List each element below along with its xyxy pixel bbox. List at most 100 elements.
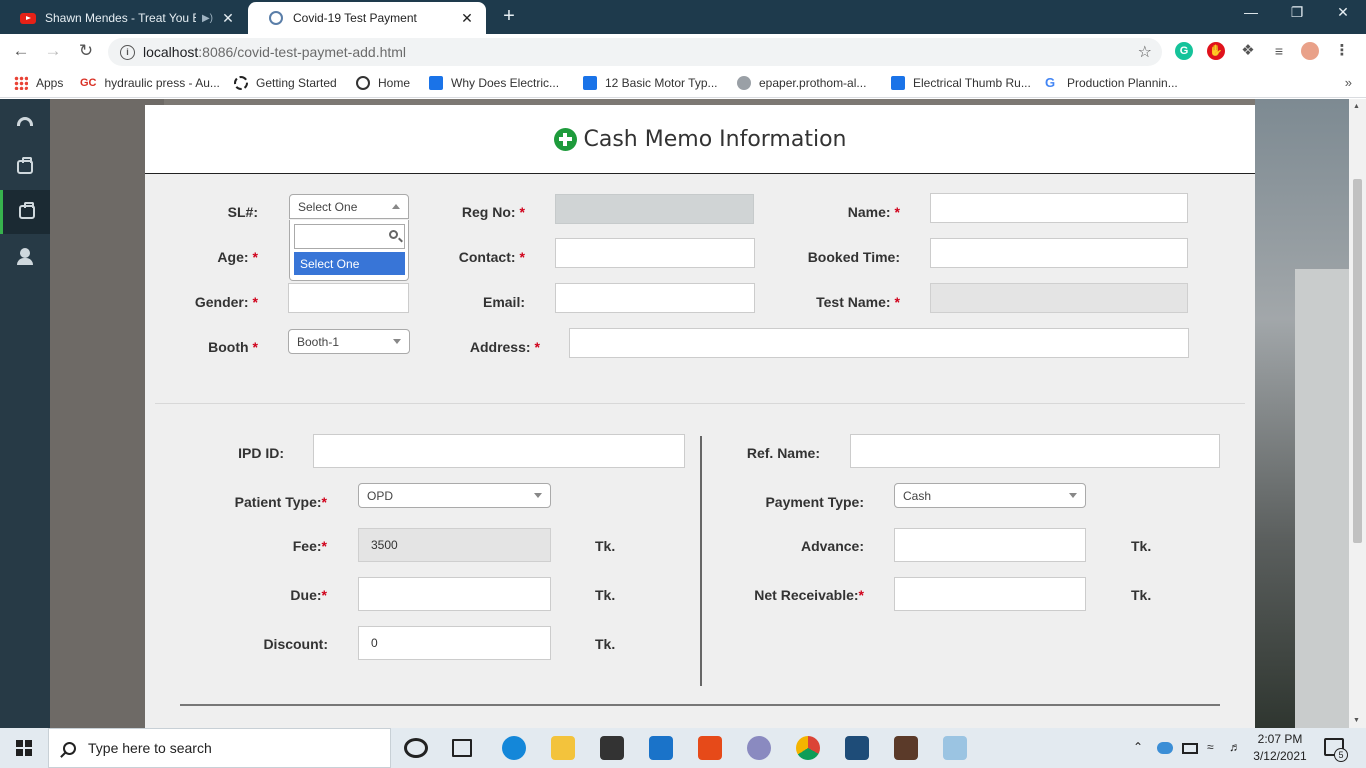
test-name-label: Test Name: *: [816, 294, 900, 310]
sl-dropdown-option[interactable]: Select One: [294, 252, 405, 275]
forward-arrow-icon[interactable]: →: [42, 41, 64, 61]
taskbar-search-box[interactable]: Type here to search: [48, 728, 391, 768]
caret-down-icon: [1069, 493, 1077, 498]
close-tab-icon[interactable]: ✕: [219, 10, 237, 27]
bookmarks-bar: Apps GC hydraulic press - Au... Getting S…: [0, 70, 1366, 98]
caret-down-icon: [393, 339, 401, 344]
scrollbar-thumb[interactable]: [1353, 179, 1362, 543]
scroll-up-icon[interactable]: ▲: [1353, 103, 1360, 110]
bookmark-getting-started[interactable]: Getting Started: [234, 76, 337, 90]
restore-button[interactable]: ❐: [1274, 4, 1320, 21]
bookmark-thumb-rule[interactable]: Electrical Thumb Ru...: [891, 76, 1031, 90]
chrome-icon[interactable]: [796, 736, 820, 760]
booked-time-label: Booked Time:: [807, 249, 900, 265]
bookmark-home[interactable]: Home: [356, 76, 410, 90]
plus-circle-icon: [553, 127, 577, 151]
net-receivable-input[interactable]: [894, 577, 1086, 611]
tab-title: Covid-19 Test Payment: [293, 11, 417, 25]
test-name-input[interactable]: [930, 283, 1188, 313]
scroll-down-icon[interactable]: ▼: [1353, 717, 1360, 724]
sidebar-item-dashboard[interactable]: [0, 99, 50, 143]
email-input[interactable]: [555, 283, 755, 313]
system-clock[interactable]: 2:07 PM 3/12/2021: [1250, 731, 1310, 765]
media-control-icon[interactable]: ≡: [1270, 42, 1288, 60]
start-button[interactable]: [0, 728, 48, 768]
ref-name-input[interactable]: [850, 434, 1220, 468]
task-view-icon[interactable]: [452, 739, 472, 757]
site-info-icon[interactable]: i: [120, 44, 135, 60]
form-title: Cash Memo Information: [583, 126, 847, 152]
patient-type-label: Patient Type:*: [234, 494, 327, 510]
back-arrow-icon[interactable]: ←: [10, 41, 32, 61]
extensions-puzzle-icon[interactable]: ❖: [1239, 42, 1257, 60]
more-bookmarks-icon[interactable]: »: [1345, 75, 1352, 90]
gender-input[interactable]: [288, 283, 409, 313]
office-icon[interactable]: [698, 736, 722, 760]
bookmark-why-electric[interactable]: Why Does Electric...: [429, 76, 559, 90]
due-input[interactable]: [358, 577, 551, 611]
sl-select[interactable]: Select One: [289, 194, 409, 219]
advance-unit: Tk.: [1131, 538, 1152, 554]
name-input[interactable]: [930, 193, 1188, 223]
discount-input[interactable]: 0: [358, 626, 551, 660]
bookmark-production-planning[interactable]: G Production Plannin...: [1045, 76, 1178, 91]
sidebar-item-user[interactable]: [0, 235, 50, 279]
bookmark-apps[interactable]: Apps: [14, 76, 63, 90]
section-divider: [155, 403, 1245, 404]
fee-input[interactable]: 3500: [358, 528, 551, 562]
speaker-icon[interactable]: ▶): [202, 13, 213, 24]
eclipse-icon[interactable]: [747, 736, 771, 760]
payment-type-select[interactable]: Cash: [894, 483, 1086, 508]
windows-logo-icon: [16, 740, 32, 756]
app-icon[interactable]: [894, 736, 918, 760]
sl-dropdown-panel: Select One: [289, 220, 409, 281]
patient-type-select[interactable]: OPD: [358, 483, 551, 508]
tab-youtube[interactable]: Shawn Mendes - Treat You B ▶) ✕: [0, 2, 247, 34]
edge-icon[interactable]: [502, 736, 526, 760]
file-explorer-icon[interactable]: [551, 736, 575, 760]
booked-time-input[interactable]: [930, 238, 1188, 268]
profile-avatar-icon[interactable]: [1301, 42, 1319, 60]
sl-dropdown-search-input[interactable]: [294, 224, 405, 249]
contact-input[interactable]: [555, 238, 755, 268]
regno-input[interactable]: [555, 194, 754, 224]
adblock-extension-icon[interactable]: ✋: [1207, 42, 1225, 60]
battery-icon[interactable]: [1182, 743, 1198, 754]
tab-covid-payment[interactable]: Covid-19 Test Payment ✕: [248, 2, 486, 34]
show-hidden-icons[interactable]: ⌃: [1133, 740, 1143, 754]
page-icon: [891, 76, 905, 90]
page-scrollbar[interactable]: ▲ ▼: [1349, 99, 1366, 728]
address-label: Address: *: [469, 339, 540, 355]
sidebar-item-medical[interactable]: [0, 190, 50, 234]
address-input[interactable]: [569, 328, 1189, 358]
grammarly-extension-icon[interactable]: G: [1175, 42, 1193, 60]
mail-icon[interactable]: [649, 736, 673, 760]
app-sidebar: [0, 99, 50, 728]
close-tab-icon[interactable]: ✕: [458, 10, 476, 27]
epaper-icon: [737, 76, 751, 90]
bookmark-epaper[interactable]: epaper.prothom-al...: [737, 76, 866, 90]
volume-icon[interactable]: ♬: [1229, 740, 1241, 754]
store-icon[interactable]: [600, 736, 624, 760]
onedrive-icon[interactable]: [1157, 742, 1173, 754]
cortana-icon[interactable]: [404, 738, 428, 758]
booth-select[interactable]: Booth-1: [288, 329, 410, 354]
address-bar[interactable]: i localhost:8086/covid-test-paymet-add.h…: [108, 38, 1162, 66]
bookmark-star-icon[interactable]: ☆: [1138, 42, 1152, 62]
advance-input[interactable]: [894, 528, 1086, 562]
ipd-id-input[interactable]: [313, 434, 685, 468]
new-tab-button[interactable]: +: [499, 5, 519, 28]
wifi-icon[interactable]: ≈: [1207, 740, 1214, 754]
sidebar-item-first-aid[interactable]: [0, 145, 50, 189]
window-close-button[interactable]: ✕: [1320, 4, 1366, 21]
reload-icon[interactable]: ↻: [75, 41, 97, 61]
youtube-icon: [20, 10, 36, 26]
minimize-button[interactable]: —: [1228, 4, 1274, 20]
bookmark-motor-types[interactable]: 12 Basic Motor Typ...: [583, 76, 718, 90]
paint-icon[interactable]: [943, 736, 967, 760]
chrome-menu-icon[interactable]: ⋮: [1333, 42, 1351, 60]
bookmark-hydraulic-press[interactable]: GC hydraulic press - Au...: [80, 76, 220, 90]
form-bottom-divider: [180, 704, 1220, 706]
gc-icon: GC: [80, 77, 97, 89]
mysql-workbench-icon[interactable]: [845, 736, 869, 760]
